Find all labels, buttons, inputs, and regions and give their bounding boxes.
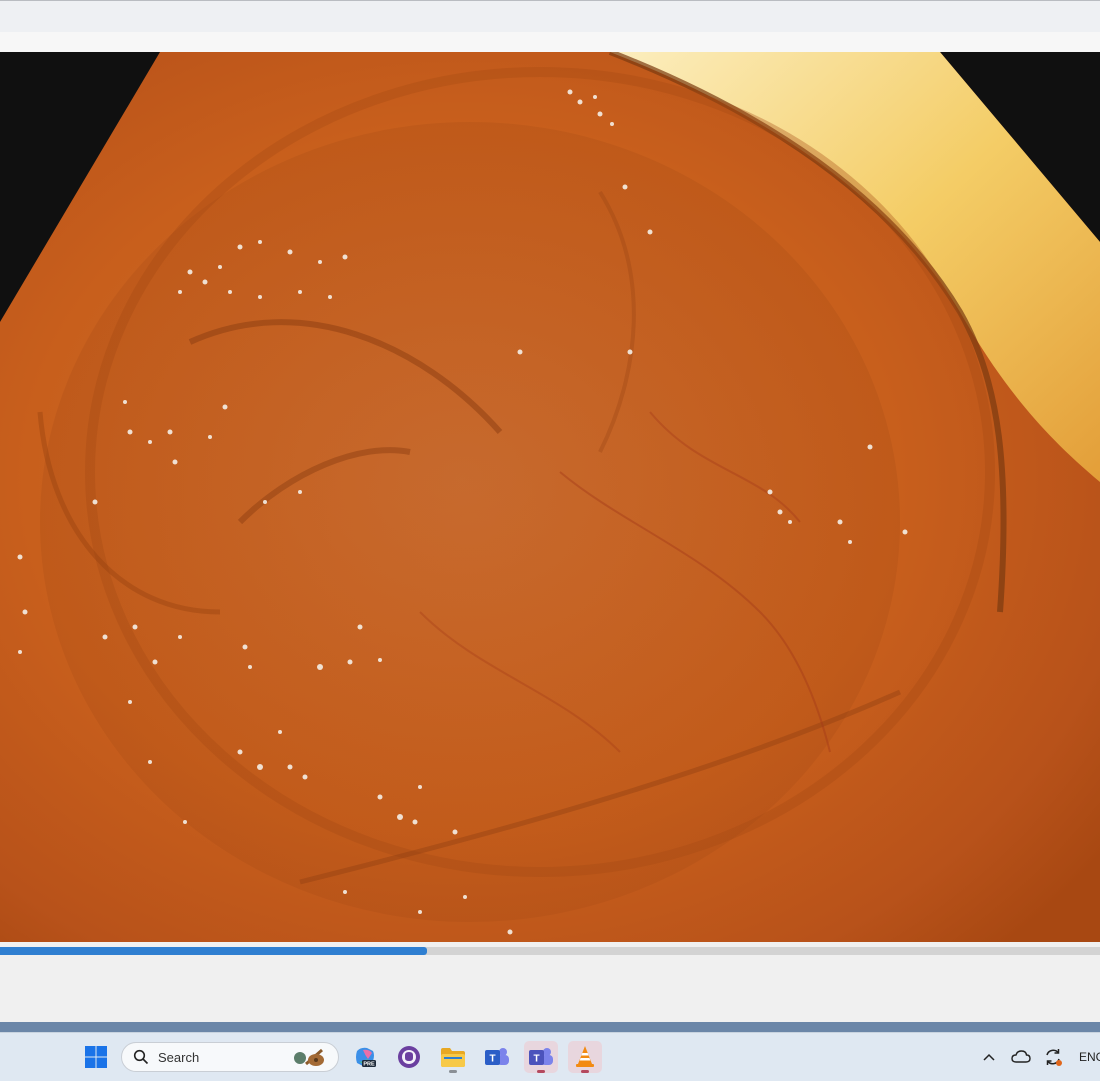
inner-fold-shading [40,122,900,922]
github-icon [398,1046,420,1068]
search-placeholder: Search [158,1050,200,1065]
taskbar-app-file-explorer[interactable] [436,1041,470,1073]
taskbar-app-teams[interactable]: T [524,1041,558,1073]
taskbar-app-vlc[interactable] [568,1041,602,1073]
window-menu-area [0,32,1100,52]
show-hidden-icons-button[interactable] [972,1041,1006,1073]
svg-text:T: T [533,1054,539,1065]
taskbar-search-box[interactable]: Search [121,1042,339,1072]
copilot-badge: PRE [363,1062,375,1068]
taskbar: Search PRE T T EN [0,1032,1100,1081]
folder-icon [441,1048,465,1067]
cloud-icon [1011,1050,1031,1063]
tray-onedrive[interactable] [1004,1041,1038,1073]
start-button[interactable] [79,1041,113,1073]
seek-bar[interactable] [0,947,1100,955]
teams-icon: T [529,1048,553,1065]
teams-icon: T [485,1048,509,1065]
tray-sync[interactable] [1036,1041,1070,1073]
windows-logo-icon [85,1046,107,1068]
video-frame[interactable] [0,52,1100,942]
running-indicator [449,1070,457,1073]
search-highlight-icon [294,1048,324,1066]
desktop-wallpaper-strip [0,1022,1100,1032]
taskbar-app-copilot[interactable]: PRE [348,1041,382,1073]
sync-icon [1046,1049,1062,1066]
taskbar-app-teams-work[interactable]: T [480,1041,514,1073]
svg-text:T: T [489,1054,495,1065]
running-indicator [581,1070,589,1073]
input-language-indicator[interactable]: ENG [1079,1050,1100,1064]
vlc-cone-icon [576,1046,594,1067]
player-controls-area [0,942,1100,1022]
chevron-up-icon [983,1053,995,1061]
running-indicator [537,1070,545,1073]
endoscopy-video-image [0,52,1100,942]
window-title-bar [0,0,1100,33]
taskbar-app-github-desktop[interactable] [392,1041,426,1073]
search-icon [133,1049,149,1065]
copilot-icon: PRE [356,1047,376,1068]
seek-bar-progress [0,947,427,955]
